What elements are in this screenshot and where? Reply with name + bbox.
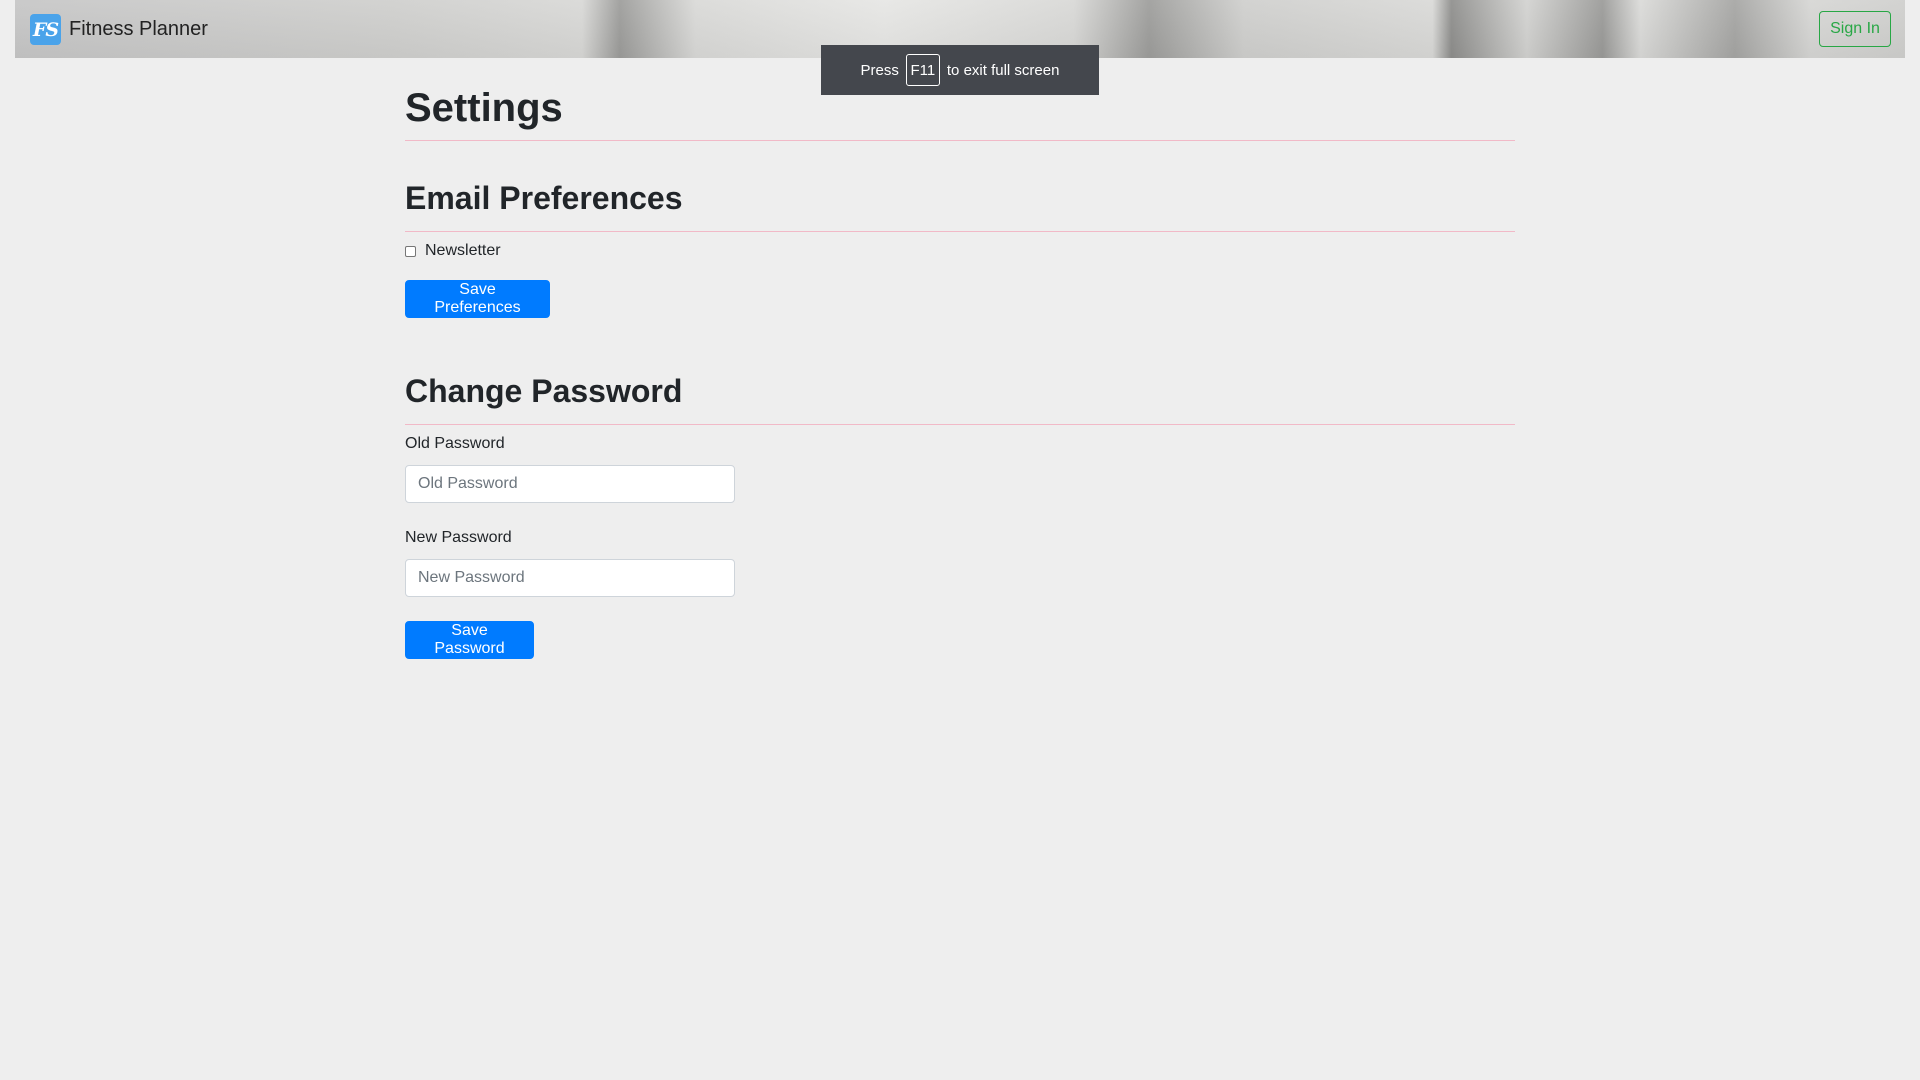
fullscreen-notice: Press F11 to exit full screen xyxy=(821,45,1099,95)
new-password-label: New Password xyxy=(405,529,512,546)
f11-key-badge: F11 xyxy=(905,54,940,86)
newsletter-checkbox[interactable] xyxy=(405,245,416,257)
save-preferences-button[interactable]: Save Preferences xyxy=(405,280,550,318)
new-password-field[interactable] xyxy=(405,559,735,597)
brand-logo-icon: FS xyxy=(30,14,61,45)
newsletter-label: Newsletter xyxy=(425,242,501,259)
fullscreen-notice-prefix: Press xyxy=(860,61,899,79)
change-password-divider xyxy=(405,424,1515,425)
save-password-button[interactable]: Save Password xyxy=(405,621,534,659)
brand-name: Fitness Planner xyxy=(69,18,208,40)
sign-in-button[interactable]: Sign In xyxy=(1819,11,1891,47)
brand-link[interactable]: FS Fitness Planner xyxy=(30,14,208,45)
old-password-field[interactable] xyxy=(405,465,735,503)
logo-text: FS xyxy=(32,18,59,41)
newsletter-option[interactable]: Newsletter xyxy=(405,242,501,260)
change-password-heading: Change Password xyxy=(405,373,683,409)
email-preferences-heading: Email Preferences xyxy=(405,180,683,216)
fullscreen-notice-suffix: to exit full screen xyxy=(946,61,1060,79)
old-password-label: Old Password xyxy=(405,435,505,452)
page-title: Settings xyxy=(405,86,563,130)
title-divider xyxy=(405,140,1515,141)
email-preferences-divider xyxy=(405,231,1515,232)
